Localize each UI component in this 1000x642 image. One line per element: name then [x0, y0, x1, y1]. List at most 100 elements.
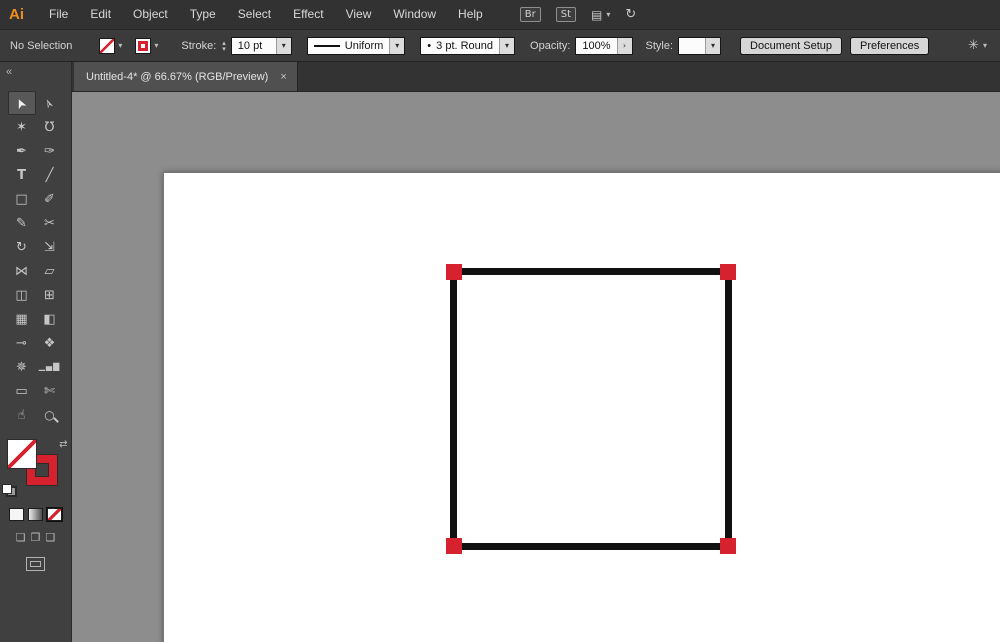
stroke-weight-value[interactable]: 10 pt [232, 38, 276, 54]
eyedropper-tool[interactable]: ⊸ [8, 331, 36, 355]
line-segment-tool[interactable]: ╱ [36, 163, 64, 187]
collapse-panel-icon[interactable]: « [6, 66, 12, 78]
zoom-tool[interactable]: ○ [36, 403, 64, 427]
menu-file[interactable]: File [38, 0, 79, 29]
free-transform-tool[interactable]: ▱ [36, 259, 64, 283]
direct-selection-tool[interactable]: ➢ [36, 91, 64, 115]
control-bar-options[interactable]: ✳ ▾ [968, 38, 987, 53]
menu-items: FileEditObjectTypeSelectEffectViewWindow… [38, 0, 494, 29]
stroke-weight-stepper[interactable]: ▴ ▾ [222, 40, 226, 52]
artboard-tool[interactable]: ▭ [8, 379, 36, 403]
chevron-down-icon[interactable]: ▾ [276, 38, 291, 54]
scale-tool[interactable]: ⇲ [36, 235, 64, 259]
bridge-button[interactable]: Br [520, 7, 541, 22]
slice-tool[interactable]: ✄ [36, 379, 64, 403]
draw-behind-icon[interactable]: ❐ [31, 531, 41, 544]
paintbrush-tool[interactable]: ✐ [36, 187, 64, 211]
pen-tool[interactable]: ✒ [8, 139, 36, 163]
eraser-tool[interactable]: ✂ [36, 211, 64, 235]
brush-definition-dropdown[interactable]: • 3 pt. Round ▾ [420, 37, 515, 55]
symbol-sprayer-tool[interactable]: ✵ [8, 355, 36, 379]
menu-edit[interactable]: Edit [79, 0, 122, 29]
fill-color-control[interactable]: ▾ [99, 38, 122, 54]
draw-inside-icon[interactable]: ❑ [45, 531, 55, 544]
chevron-down-icon[interactable]: ▾ [389, 38, 404, 54]
arrange-documents-button[interactable]: ▤ ▾ [591, 8, 610, 22]
menu-select[interactable]: Select [227, 0, 282, 29]
magic-wand-icon: ✶ [16, 121, 27, 134]
menu-type[interactable]: Type [179, 0, 227, 29]
document-tab[interactable]: Untitled-4* @ 66.67% (RGB/Preview) × [74, 62, 298, 91]
variable-width-profile-dropdown[interactable]: Uniform ▾ [307, 37, 406, 55]
chevron-down-icon[interactable]: ▾ [154, 41, 158, 50]
opacity-label[interactable]: Opacity: [530, 40, 570, 52]
eyedropper-icon: ⊸ [16, 337, 27, 350]
style-value[interactable] [679, 38, 705, 54]
draw-normal-icon[interactable]: ❏ [16, 531, 26, 544]
chevron-down-icon[interactable]: ▾ [118, 41, 122, 50]
artboard[interactable] [163, 172, 1000, 642]
style-dropdown[interactable]: ▾ [678, 37, 721, 55]
screen-mode-button[interactable] [26, 557, 45, 571]
default-fill-stroke-icon[interactable] [2, 484, 17, 497]
menu-effect[interactable]: Effect [282, 0, 334, 29]
width-tool[interactable]: ⋈ [8, 259, 36, 283]
opacity-more-icon[interactable]: › [617, 38, 632, 54]
fill-none-swatch[interactable] [99, 38, 115, 54]
curvature-tool[interactable]: ✑ [36, 139, 64, 163]
pasteboard[interactable] [72, 92, 1000, 642]
perspective-grid-icon: ⊞ [44, 289, 55, 302]
color-button[interactable] [9, 508, 24, 521]
selection-tool[interactable]: ➤ [8, 91, 36, 115]
rotate-tool[interactable]: ↻ [8, 235, 36, 259]
preferences-button[interactable]: Preferences [850, 37, 929, 55]
fill-none-swatch[interactable] [7, 439, 37, 469]
sync-icon[interactable]: ↻ [625, 7, 636, 22]
stroke-color-swatch[interactable] [135, 38, 151, 54]
type-tool[interactable]: T [8, 163, 36, 187]
rectangle-icon: □ [15, 193, 27, 206]
perspective-grid-tool[interactable]: ⊞ [36, 283, 64, 307]
shape-builder-tool[interactable]: ◫ [8, 283, 36, 307]
stepper-down-icon[interactable]: ▾ [222, 46, 226, 52]
opacity-field[interactable]: 100% › [575, 37, 632, 55]
color-mode-buttons [9, 508, 62, 521]
none-button[interactable] [47, 508, 62, 521]
chevron-down-icon[interactable]: ▾ [705, 38, 720, 54]
menu-object[interactable]: Object [122, 0, 179, 29]
menu-help[interactable]: Help [447, 0, 494, 29]
stock-button[interactable]: St [556, 7, 576, 22]
magic-wand-tool[interactable]: ✶ [8, 115, 36, 139]
mesh-tool[interactable]: ▦ [8, 307, 36, 331]
swap-fill-stroke-icon[interactable]: ⇄ [59, 439, 67, 450]
close-icon[interactable]: × [280, 71, 286, 83]
rectangle-corner-mark [720, 264, 736, 280]
symbol-sprayer-icon: ✵ [16, 361, 27, 374]
style-label: Style: [646, 40, 674, 52]
menu-window[interactable]: Window [382, 0, 447, 29]
curvature-pen-icon: ✑ [44, 145, 55, 158]
drawn-rectangle[interactable] [450, 268, 732, 550]
uniform-profile-icon [314, 45, 340, 47]
gradient-tool[interactable]: ◧ [36, 307, 64, 331]
hand-tool[interactable]: ☝ [8, 403, 36, 427]
stroke-weight-dropdown[interactable]: 10 pt ▾ [231, 37, 292, 55]
document-setup-button[interactable]: Document Setup [740, 37, 842, 55]
opacity-value[interactable]: 100% [576, 38, 616, 54]
chevron-down-icon[interactable]: ▾ [499, 38, 514, 54]
column-graph-tool[interactable]: ▁▄▇ [36, 355, 64, 379]
gradient-button[interactable] [28, 508, 43, 521]
stroke-color-control[interactable]: ▾ [135, 38, 158, 54]
lasso-icon: ℧ [45, 121, 55, 134]
menu-view[interactable]: View [335, 0, 383, 29]
rotate-icon: ↻ [16, 241, 27, 254]
blend-tool[interactable]: ❖ [36, 331, 64, 355]
tools-panel: « ➤➢ ✶ ℧ ✒ ✑ T╱ □ ✐✎✂ ↻ ⇲⋈▱◫ ⊞ ▦◧ ⊸ ❖ ✵ ▁▄▇▭✄☝○ ⇄ ❏ ❐ ❑ [0, 62, 72, 642]
profile-value[interactable]: Uniform [345, 40, 384, 52]
lasso-tool[interactable]: ℧ [36, 115, 64, 139]
app-logo: Ai [9, 6, 24, 23]
brush-value[interactable]: 3 pt. Round [436, 40, 493, 52]
stroke-label[interactable]: Stroke: [181, 40, 216, 52]
shaper-tool[interactable]: ✎ [8, 211, 36, 235]
rectangle-tool[interactable]: □ [8, 187, 36, 211]
